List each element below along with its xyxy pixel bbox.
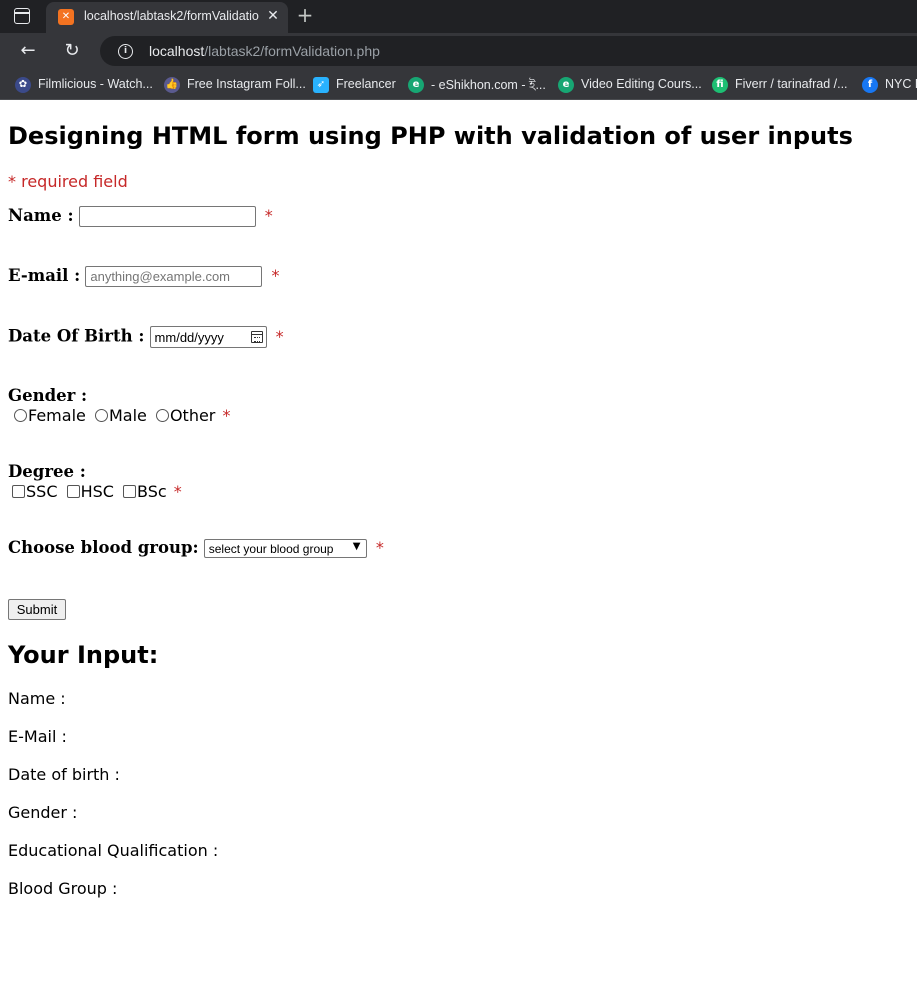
facebook-icon: f <box>862 77 878 93</box>
reload-icon[interactable]: ↻ <box>61 40 83 62</box>
bookmark-label: Filmlicious - Watch... <box>38 77 153 91</box>
gender-required-mark: * <box>222 406 231 425</box>
dob-placeholder: mm/dd/yyyy <box>154 330 224 345</box>
video-course-icon: e <box>558 77 574 93</box>
gender-label-row: Gender : <box>8 386 87 405</box>
url-host: localhost <box>149 43 205 59</box>
dob-label: Date Of Birth : <box>8 326 145 346</box>
gender-label: Gender : <box>8 386 88 405</box>
bookmarks-bar: ✿ Filmlicious - Watch... 👍 Free Instagra… <box>0 69 917 100</box>
calendar-icon[interactable] <box>250 331 263 343</box>
browser-toolbar: ← ↻ i localhost/labtask2/formValidation.… <box>0 33 917 69</box>
name-input[interactable] <box>78 206 256 227</box>
address-url[interactable]: localhost/labtask2/formValidation.php <box>149 43 380 59</box>
tab-title: localhost/labtask2/formValidatio <box>84 9 259 23</box>
output-dob: Date of birth : <box>8 765 120 784</box>
submit-button[interactable]: Submit <box>8 599 66 620</box>
degree-hsc-checkbox[interactable] <box>66 485 80 498</box>
degree-options-row: SSC HSC BSc * <box>8 482 182 501</box>
gender-male-label: Male <box>108 406 147 425</box>
gender-male-radio[interactable] <box>94 409 108 422</box>
bookmark-label: Freelancer <box>336 77 396 91</box>
bookmark-filmlicious[interactable]: ✿ Filmlicious - Watch... <box>15 76 155 94</box>
site-info-icon[interactable]: i <box>118 44 133 59</box>
degree-ssc-label: SSC <box>26 482 58 501</box>
gender-other-radio[interactable] <box>155 409 169 422</box>
freelancer-icon: ➶ <box>313 77 329 93</box>
degree-label-row: Degree : <box>8 462 86 481</box>
gender-female-label: Female <box>28 406 86 425</box>
dob-date-input[interactable]: mm/dd/yyyy <box>149 326 267 348</box>
url-path: /labtask2/formValidation.php <box>204 43 380 59</box>
eshikhon-icon: e <box>408 77 424 93</box>
address-bar[interactable]: i localhost/labtask2/formValidation.php <box>100 36 917 66</box>
degree-bsc-checkbox[interactable] <box>123 485 137 498</box>
dob-required-mark: * <box>275 326 284 346</box>
tab-close-icon[interactable]: ✕ <box>265 7 281 25</box>
dob-row: Date Of Birth : mm/dd/yyyy * <box>8 326 284 348</box>
degree-bsc-label: BSc <box>137 482 167 501</box>
bookmark-video-editing[interactable]: e Video Editing Cours... <box>558 76 703 94</box>
degree-ssc-checkbox[interactable] <box>12 485 25 498</box>
blood-required-mark: * <box>375 538 384 557</box>
degree-required-mark: * <box>173 482 182 501</box>
bookmark-nyc[interactable]: f NYC B <box>862 76 917 94</box>
new-tab-icon[interactable]: + <box>296 4 314 26</box>
output-email: E-Mail : <box>8 727 67 746</box>
filmlicious-icon: ✿ <box>15 77 31 93</box>
back-arrow-icon[interactable]: ← <box>17 40 39 62</box>
chevron-down-icon: ▼ <box>352 541 361 552</box>
output-blood: Blood Group : <box>8 879 118 898</box>
output-title: Your Input: <box>8 641 159 669</box>
blood-row: Choose blood group: select your blood gr… <box>8 538 384 558</box>
degree-label: Degree : <box>8 462 86 481</box>
xampp-favicon-icon: ✕ <box>58 9 74 25</box>
output-gender: Gender : <box>8 803 78 822</box>
bookmark-label: NYC B <box>885 77 917 91</box>
bookmark-label: Video Editing Cours... <box>581 77 702 91</box>
tab-search-icon[interactable] <box>14 8 30 24</box>
blood-group-select[interactable]: select your blood group ▼ <box>203 539 367 558</box>
gender-female-radio[interactable] <box>14 409 27 422</box>
thumbs-up-icon: 👍 <box>164 77 180 93</box>
output-name: Name : <box>8 689 66 708</box>
degree-hsc-label: HSC <box>80 482 114 501</box>
name-label: Name : <box>8 206 74 225</box>
bookmark-label: - eShikhon.com - ই... <box>431 78 546 92</box>
bookmark-instagram[interactable]: 👍 Free Instagram Foll... <box>164 76 306 94</box>
email-row: E-mail : * <box>8 266 279 287</box>
blood-group-label: Choose blood group: <box>8 538 199 557</box>
browser-tab-active[interactable]: ✕ localhost/labtask2/formValidatio ✕ <box>46 2 288 33</box>
bookmark-fiverr[interactable]: fi Fiverr / tarinafrad /... <box>712 76 852 94</box>
output-education: Educational Qualification : <box>8 841 219 860</box>
bookmark-label: Fiverr / tarinafrad /... <box>735 77 848 91</box>
blood-group-selected: select your blood group <box>208 542 334 556</box>
gender-options-row: Female Male Other * <box>8 406 230 425</box>
gender-other-label: Other <box>169 406 216 425</box>
required-field-note: * required field <box>8 172 128 191</box>
bookmark-label: Free Instagram Foll... <box>187 77 306 91</box>
page-title: Designing HTML form using PHP with valid… <box>8 122 853 150</box>
email-label: E-mail : <box>8 266 81 285</box>
bookmark-freelancer[interactable]: ➶ Freelancer <box>313 76 398 94</box>
name-row: Name : * <box>8 206 273 227</box>
fiverr-icon: fi <box>712 77 728 93</box>
email-required-mark: * <box>271 266 280 285</box>
name-required-mark: * <box>264 206 273 225</box>
email-input[interactable] <box>85 266 263 287</box>
tab-strip: ✕ localhost/labtask2/formValidatio ✕ + <box>0 0 917 33</box>
bookmark-eshikhon[interactable]: e - eShikhon.com - ই... <box>408 76 548 94</box>
